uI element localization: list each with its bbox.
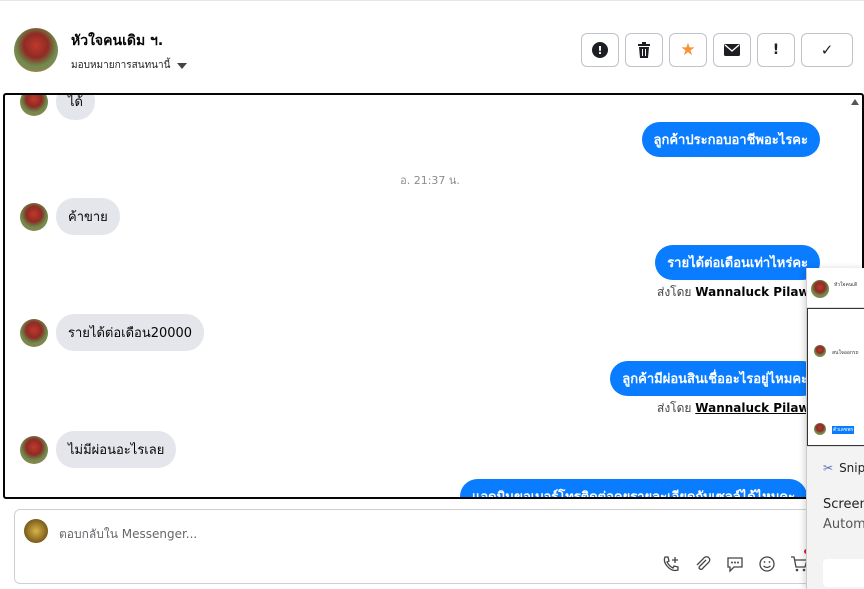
sent-by-label: ส่งโดย Wannaluck Pilawan <box>657 399 826 418</box>
composer-toolbar <box>661 554 809 574</box>
incoming-message[interactable]: ไม่มีผ่อนอะไรเลย <box>56 431 177 468</box>
emoji-icon[interactable] <box>757 554 777 574</box>
mark-spam-button[interactable]: ! <box>581 33 619 67</box>
message-row-incoming: รายได้ต่อเดือน20000 <box>20 314 205 351</box>
contact-avatar-small <box>20 95 48 116</box>
message-thread[interactable]: ได้ ลูกค้าประกอบอาชีพอะไรคะ อ. 21:37 น. … <box>3 93 864 499</box>
check-icon: ✓ <box>820 41 834 59</box>
thumbnail-message: สนใจออกรถ <box>832 350 859 356</box>
caret-down-icon <box>177 62 188 69</box>
contact-avatar-small <box>20 318 48 347</box>
thumbnail-selected-text: ตัวเลขพร <box>832 426 855 434</box>
screenshot-thumbnail-chat: สนใจออกรถ ตัวเลขพร <box>807 308 864 446</box>
incoming-message[interactable]: รายได้ต่อเดือน20000 <box>56 314 205 351</box>
outgoing-message[interactable]: ลูกค้ามีผ่อนสินเชื่ออะไรอยู่ไหมคะ <box>610 361 820 396</box>
message-row-incoming: ค้าขาย <box>20 198 120 235</box>
thumbnail-avatar <box>811 280 829 298</box>
toast-subtitle: Autom <box>823 517 864 532</box>
toast-action-button[interactable] <box>823 559 864 587</box>
message-timestamp: อ. 21:37 น. <box>400 174 460 187</box>
incoming-message: ได้ <box>56 95 95 120</box>
assign-conversation-dropdown[interactable]: มอบหมายการสนทนานี้ <box>71 58 188 73</box>
sent-by-label: ส่งโดย Wannaluck Pilawan <box>657 283 826 302</box>
saved-reply-icon[interactable] <box>725 554 745 574</box>
star-button[interactable]: ★ <box>669 33 707 67</box>
snip-app-label: ✂ Snip <box>823 461 864 475</box>
screenshot-thumbnail-header: หัวใจคนเดิ <box>807 268 864 308</box>
sent-by-prefix: ส่งโดย <box>657 285 692 299</box>
contact-name[interactable]: หัวใจคนเดิม ฯ. <box>71 30 163 52</box>
reply-input[interactable]: ตอบกลับใน Messenger... <box>59 525 197 544</box>
thumbnail-avatar <box>814 423 826 435</box>
message-row-incoming: ไม่มีผ่อนอะไรเลย <box>20 431 177 468</box>
outgoing-message[interactable]: รายได้ต่อเดือนเท่าไหร่คะ <box>655 245 820 280</box>
reply-composer[interactable]: ตอบกลับใน Messenger... <box>14 509 856 584</box>
incoming-message[interactable]: ค้าขาย <box>56 198 120 235</box>
snip-app-name: Snip <box>839 461 864 475</box>
contact-avatar[interactable] <box>14 28 58 72</box>
snip-screenshot-popup[interactable]: หัวใจคนเดิ สนใจออกรถ ตัวเลขพร ✂ Snip Scr… <box>806 268 864 589</box>
trash-icon <box>638 42 650 58</box>
thumbnail-name: หัวใจคนเดิ <box>834 282 858 288</box>
attachment-icon[interactable] <box>693 554 713 574</box>
header-actions: ! ★ ! ✓ <box>581 33 853 67</box>
phone-plus-icon[interactable] <box>661 554 681 574</box>
scissors-icon: ✂ <box>823 461 834 475</box>
message-row-incoming: ได้ <box>20 95 95 120</box>
envelope-icon <box>724 44 740 56</box>
mark-done-button[interactable]: ✓ <box>801 33 853 67</box>
outgoing-message[interactable]: แอดมินขอเบอร์โทรติดต่อคุยรายละเอียดกับเซ… <box>460 479 808 497</box>
conversation-header: หัวใจคนเดิม ฯ. มอบหมายการสนทนานี้ ! ★ ! … <box>0 0 864 92</box>
sent-by-prefix: ส่งโดย <box>657 401 692 415</box>
delete-button[interactable] <box>625 33 663 67</box>
follow-up-button[interactable]: ! <box>757 33 795 67</box>
page-avatar <box>24 519 48 543</box>
contact-avatar-small <box>20 435 48 464</box>
outgoing-message[interactable]: ลูกค้าประกอบอาชีพอะไรคะ <box>641 122 820 157</box>
toast-title: Screen <box>823 497 864 512</box>
scroll-up-arrow-icon[interactable] <box>851 99 859 105</box>
star-icon: ★ <box>680 40 696 60</box>
alert-circle-icon: ! <box>592 42 608 58</box>
exclamation-icon: ! <box>772 42 780 58</box>
mark-unread-button[interactable] <box>713 33 751 67</box>
snip-notification-toast[interactable]: ✂ Snip Screen Autom <box>807 446 864 589</box>
thumbnail-avatar <box>814 345 826 357</box>
assign-label: มอบหมายการสนทนานี้ <box>71 60 171 71</box>
contact-avatar-small <box>20 202 48 231</box>
